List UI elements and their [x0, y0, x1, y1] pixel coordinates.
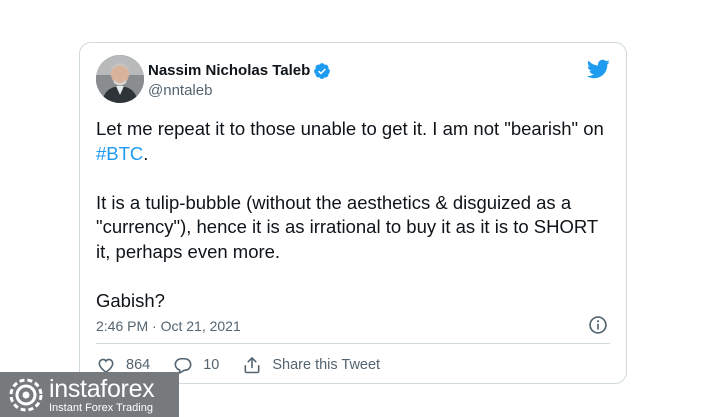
watermark-brand: instaforex [49, 374, 155, 403]
tweet-timestamp[interactable]: 2:46 PM · Oct 21, 2021 [96, 316, 241, 336]
divider [96, 343, 610, 344]
tweet-card: Nassim Nicholas Taleb @nntaleb Let me re… [79, 42, 627, 384]
twitter-bird-icon[interactable] [586, 57, 610, 81]
hashtag-link[interactable]: #BTC [96, 143, 143, 164]
share-button[interactable]: Share this Tweet [242, 355, 380, 375]
watermark-text: instaforex Instant Forex Trading [49, 374, 155, 414]
author-display-name[interactable]: Nassim Nicholas Taleb [148, 61, 310, 81]
watermark-tagline: Instant Forex Trading [49, 401, 153, 414]
avatar[interactable] [96, 55, 144, 103]
verified-badge-icon [313, 62, 331, 80]
reply-button[interactable]: 10 [173, 355, 219, 375]
avatar-image [96, 55, 144, 103]
tweet-paragraph: It is a tulip-bubble (without the aesthe… [96, 191, 598, 262]
info-icon[interactable] [588, 315, 608, 335]
author-name-row: Nassim Nicholas Taleb [148, 61, 331, 81]
tweet-paragraph: Let me repeat it to those unable to get … [96, 117, 606, 166]
instaforex-watermark: instaforex Instant Forex Trading [0, 372, 179, 417]
like-count: 864 [126, 357, 151, 373]
tweet-text: Let me repeat it to those unable to get … [96, 117, 606, 313]
tweet-text-part: . [143, 142, 149, 164]
reply-count: 10 [203, 357, 220, 373]
tweet-text-part: Let me repeat it to those unable to get … [96, 118, 604, 139]
instaforex-logo-icon [9, 378, 43, 411]
tweet-paragraph: Gabish? [96, 289, 165, 311]
share-label: Share this Tweet [272, 357, 381, 373]
author-handle[interactable]: @nntaleb [148, 81, 212, 101]
share-icon [244, 357, 260, 374]
